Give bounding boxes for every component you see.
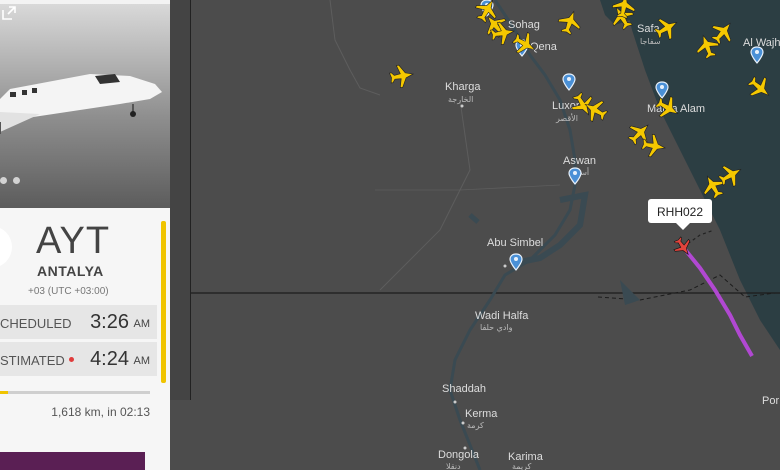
- airport-code[interactable]: AYT: [36, 220, 110, 263]
- estimated-label: STIMATED: [0, 353, 65, 368]
- expand-icon[interactable]: [0, 4, 18, 22]
- label-sohag: Sohag: [508, 19, 540, 31]
- flight-distance: 1,618 km, in 02:13: [51, 405, 150, 419]
- label-karima-ar: كريمة: [512, 462, 532, 470]
- label-wadi-halfa-ar: وادي حلفا: [480, 323, 513, 332]
- photo-carousel-dots[interactable]: [0, 177, 20, 184]
- scheduled-time: 3:26: [90, 311, 129, 333]
- scheduled-row: CHEDULED 3:26 AM: [0, 305, 157, 339]
- label-kharga: Kharga: [445, 81, 481, 93]
- carousel-dot[interactable]: [13, 177, 20, 184]
- label-kharga-ar: الخارجة: [448, 95, 473, 104]
- airline-logo: [0, 226, 12, 268]
- estimated-row: STIMATED 4:24 AM: [0, 342, 157, 376]
- label-shaddah: Shaddah: [442, 383, 486, 395]
- label-dongola: Dongola: [438, 449, 480, 461]
- flight-progress-bar: [0, 391, 150, 394]
- label-aswan: Aswan: [563, 155, 596, 167]
- label-wajh: Al Wajh: [743, 37, 780, 49]
- label-wadi-halfa: Wadi Halfa: [475, 310, 529, 322]
- scheduled-ampm: AM: [133, 318, 151, 330]
- label-dongola-ar: دنقلا: [446, 462, 461, 470]
- label-safaga-ar: سفاجا: [640, 37, 661, 46]
- flight-panel: AYT ANTALYA +03 (UTC +03:00) CHEDULED 3:…: [0, 0, 170, 470]
- estimated-ampm: AM: [133, 355, 151, 367]
- callsign-label: RHH022: [657, 205, 703, 219]
- label-kerma-ar: كرمة: [467, 421, 484, 430]
- carousel-dot[interactable]: [0, 177, 7, 184]
- map-gutter: [170, 0, 191, 400]
- scheduled-label: CHEDULED: [0, 316, 72, 331]
- airport-timezone: +03 (UTC +03:00): [28, 286, 109, 297]
- estimated-time: 4:24: [90, 348, 129, 370]
- delay-indicator: [69, 357, 74, 362]
- label-kerma: Kerma: [465, 408, 498, 420]
- label-luxor-ar: الأقصر: [555, 113, 578, 123]
- airport-city: ANTALYA: [37, 263, 104, 279]
- jet-photo-image: [0, 74, 162, 134]
- destination-airport-card: AYT ANTALYA +03 (UTC +03:00) CHEDULED 3:…: [0, 208, 170, 470]
- label-qena: Qena: [530, 41, 558, 53]
- panel-scrollbar[interactable]: [161, 221, 166, 383]
- ad-banner[interactable]: [0, 452, 145, 470]
- label-abu-simbel: Abu Simbel: [487, 237, 543, 249]
- label-port: Por: [762, 395, 779, 407]
- aircraft-photo[interactable]: [0, 4, 170, 208]
